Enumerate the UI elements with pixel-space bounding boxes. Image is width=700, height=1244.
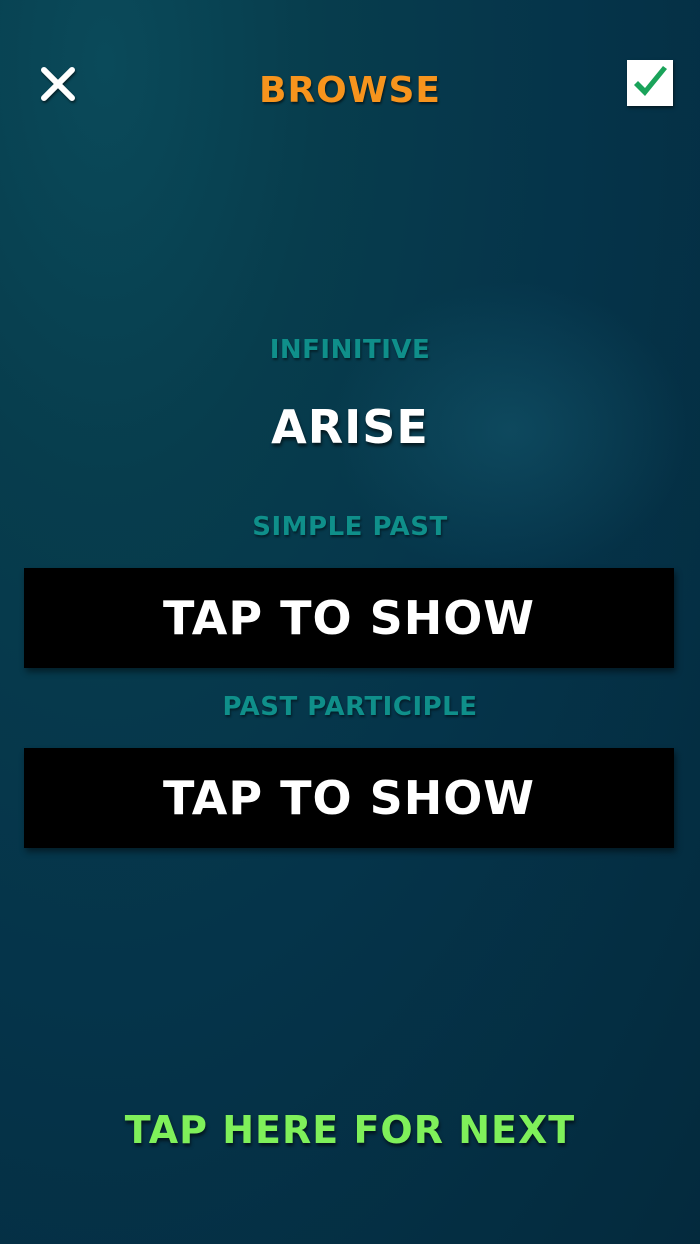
infinitive-label: INFINITIVE [269,335,431,365]
past-participle-reveal-button[interactable]: TAP TO SHOW [24,748,674,848]
simple-past-reveal-text: TAP TO SHOW [162,591,536,645]
simple-past-reveal-button[interactable]: TAP TO SHOW [24,568,674,668]
checkmark-icon [634,66,667,96]
page-title: BROWSE [259,70,441,111]
confirm-button[interactable] [627,60,673,106]
simple-past-label: SIMPLE PAST [252,512,448,542]
next-button[interactable]: TAP HERE FOR NEXT [0,1108,700,1152]
past-participle-label: PAST PARTICIPLE [222,692,478,722]
past-participle-reveal-text: TAP TO SHOW [162,771,536,825]
infinitive-value: ARISE [271,400,429,454]
